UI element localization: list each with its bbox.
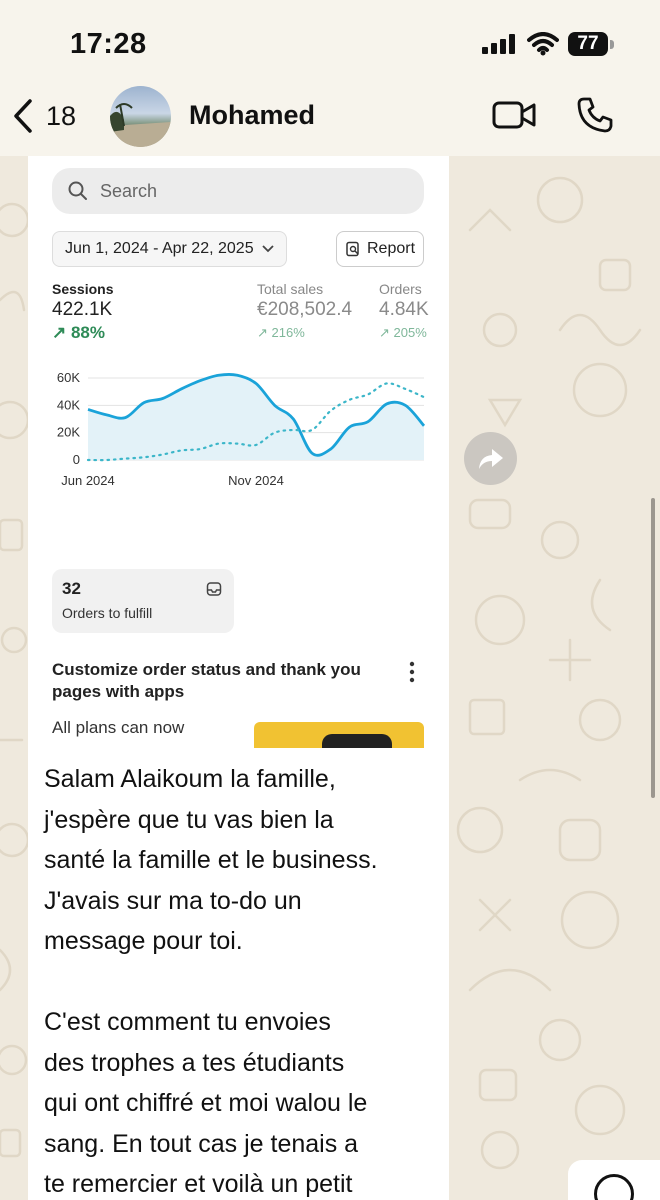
metric-change-value: 205% bbox=[393, 325, 427, 340]
message-bubble[interactable]: Search Jun 1, 2024 - Apr 22, 2025 Report… bbox=[28, 156, 449, 1200]
chevron-down-icon bbox=[261, 245, 274, 253]
wifi-icon bbox=[527, 32, 559, 56]
metric-change: ↗ 216% bbox=[257, 325, 352, 341]
report-label: Report bbox=[366, 240, 416, 257]
metric-value: €208,502.4 bbox=[257, 299, 353, 320]
battery-indicator: 77 bbox=[568, 32, 608, 56]
more-options-icon bbox=[409, 661, 415, 683]
cellular-signal-icon bbox=[482, 34, 515, 54]
avatar-image bbox=[110, 103, 171, 147]
battery-cap bbox=[610, 40, 614, 49]
arrow-up-right-icon: ↗ bbox=[257, 325, 272, 340]
metric-total-sales: Total sales €208,502.4 ↗ 216% bbox=[257, 281, 352, 341]
scroll-down-button[interactable] bbox=[568, 1160, 660, 1200]
back-button[interactable]: 18 bbox=[12, 98, 76, 134]
sessions-line-chart: 60K 40K 20K 0 Jun 2024 Nov 2024 bbox=[57, 370, 426, 488]
metric-value: 4.84K bbox=[379, 299, 429, 320]
metric-change-value: 216% bbox=[271, 325, 305, 340]
metric-label: Orders bbox=[379, 281, 422, 297]
forward-icon bbox=[478, 448, 503, 469]
app-card-body: All plans can now bbox=[52, 718, 185, 737]
scrollbar[interactable] bbox=[651, 498, 655, 798]
forward-button[interactable] bbox=[464, 432, 517, 485]
orders-to-fulfill-label: Orders to fulfill bbox=[62, 605, 153, 621]
metric-change-value: 88% bbox=[70, 323, 105, 342]
orders-to-fulfill-count: 32 bbox=[62, 579, 81, 598]
promo-phone-graphic bbox=[322, 734, 392, 748]
y-tick-label: 40K bbox=[57, 397, 80, 412]
contact-avatar[interactable] bbox=[110, 86, 171, 147]
metric-orders: Orders 4.84K ↗ 205% bbox=[379, 281, 429, 341]
chat-nav-row: 18 Mohamed bbox=[0, 82, 660, 152]
arrow-up-right-icon: ↗ bbox=[52, 323, 71, 342]
metric-value: 422.1K bbox=[52, 299, 113, 320]
app-card-title: Customize order status and thank you pag… bbox=[52, 660, 361, 701]
unread-count: 18 bbox=[46, 100, 77, 131]
battery-level: 77 bbox=[577, 33, 599, 54]
date-range-selector: Jun 1, 2024 - Apr 22, 2025 bbox=[52, 231, 287, 267]
metric-label: Sessions bbox=[52, 281, 114, 297]
video-camera-icon[interactable] bbox=[492, 100, 536, 130]
chevron-down-circle-icon bbox=[594, 1174, 634, 1200]
chevron-left-icon bbox=[14, 99, 32, 133]
report-button: Report bbox=[336, 231, 424, 267]
metric-sessions: Sessions 422.1K ↗ 88% bbox=[52, 281, 113, 343]
inbox-icon bbox=[206, 582, 222, 596]
y-tick-label: 0 bbox=[73, 452, 80, 467]
message-text: Salam Alaikoum la famille, j'espère que … bbox=[44, 765, 378, 1198]
x-tick-label: Nov 2024 bbox=[228, 473, 284, 488]
search-placeholder: Search bbox=[100, 180, 158, 201]
status-time: 17:28 bbox=[70, 28, 147, 60]
search-bar: Search bbox=[52, 168, 424, 214]
orders-to-fulfill-card: 32 Orders to fulfill bbox=[52, 569, 234, 633]
x-tick-label: Jun 2024 bbox=[61, 473, 115, 488]
date-range-label: Jun 1, 2024 - Apr 22, 2025 bbox=[65, 240, 254, 257]
chat-header: 17:28 77 18 Mohamed bbox=[0, 0, 660, 156]
phone-icon[interactable] bbox=[576, 96, 614, 134]
y-tick-label: 60K bbox=[57, 370, 80, 385]
metric-change: ↗ 88% bbox=[52, 323, 113, 343]
report-icon bbox=[346, 241, 359, 257]
status-bar: 17:28 77 bbox=[0, 0, 660, 86]
search-icon bbox=[68, 181, 87, 200]
arrow-up-right-icon: ↗ bbox=[379, 325, 394, 340]
metric-label: Total sales bbox=[257, 281, 324, 297]
contact-name[interactable]: Mohamed bbox=[189, 100, 315, 131]
attached-screenshot[interactable]: Search Jun 1, 2024 - Apr 22, 2025 Report… bbox=[28, 156, 449, 748]
y-tick-label: 20K bbox=[57, 425, 80, 440]
metric-change: ↗ 205% bbox=[379, 325, 429, 341]
